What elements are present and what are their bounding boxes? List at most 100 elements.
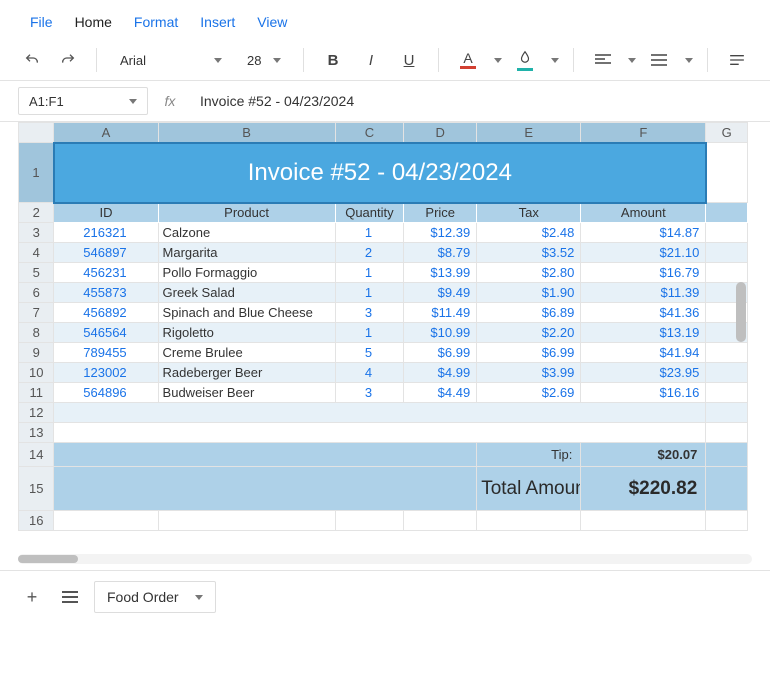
cell-tax[interactable]: $2.48 [477,223,581,243]
scroll-thumb[interactable] [18,555,78,563]
cell-amount[interactable]: $11.39 [581,283,706,303]
bold-button[interactable]: B [318,46,348,74]
cell[interactable] [54,443,477,467]
cell-id[interactable]: 216321 [54,223,158,243]
col-header-C[interactable]: C [335,123,404,143]
row-header-6[interactable]: 6 [19,283,54,303]
row-header-14[interactable]: 14 [19,443,54,467]
cell-product[interactable]: Margarita [158,243,335,263]
cell[interactable] [706,467,748,511]
cell-price[interactable]: $8.79 [404,243,477,263]
cell-price[interactable]: $10.99 [404,323,477,343]
align-horizontal-button[interactable] [588,46,618,74]
cell[interactable] [706,511,748,531]
cell-tax[interactable]: $6.89 [477,303,581,323]
cell-tax[interactable]: $3.52 [477,243,581,263]
cell-id[interactable]: 456892 [54,303,158,323]
cell-qty[interactable]: 3 [335,303,404,323]
redo-button[interactable] [54,46,82,74]
header-product[interactable]: Product [158,203,335,223]
cell-price[interactable]: $9.49 [404,283,477,303]
cell[interactable] [335,511,404,531]
cell[interactable] [581,511,706,531]
row-header-11[interactable]: 11 [19,383,54,403]
row-header-9[interactable]: 9 [19,343,54,363]
col-header-B[interactable]: B [158,123,335,143]
header-id[interactable]: ID [54,203,158,223]
cell-product[interactable]: Spinach and Blue Cheese [158,303,335,323]
cell-price[interactable]: $6.99 [404,343,477,363]
cell-id[interactable]: 546564 [54,323,158,343]
cell-product[interactable]: Radeberger Beer [158,363,335,383]
menu-format[interactable]: Format [134,14,178,30]
tip-value[interactable]: $20.07 [581,443,706,467]
fill-color-button[interactable] [510,46,540,74]
cell[interactable] [54,423,706,443]
cell[interactable] [54,467,477,511]
cell[interactable] [706,363,748,383]
text-wrap-button[interactable] [722,46,752,74]
cell-id[interactable]: 564896 [54,383,158,403]
cell-reference-input[interactable]: A1:F1 [18,87,148,115]
undo-button[interactable] [18,46,46,74]
row-header-4[interactable]: 4 [19,243,54,263]
menu-view[interactable]: View [257,14,287,30]
cell-product[interactable]: Greek Salad [158,283,335,303]
header-quantity[interactable]: Quantity [335,203,404,223]
cell[interactable] [477,511,581,531]
cell[interactable] [706,243,748,263]
italic-button[interactable]: I [356,46,386,74]
spreadsheet-grid[interactable]: A B C D E F G 1 Invoice #52 - 04/23/2024… [0,122,770,552]
select-all-corner[interactable] [19,123,54,143]
col-header-A[interactable]: A [54,123,158,143]
row-header-16[interactable]: 16 [19,511,54,531]
cell-id[interactable]: 456231 [54,263,158,283]
cell[interactable] [54,511,158,531]
cell[interactable] [706,443,748,467]
total-label[interactable]: Total Amount: [477,467,581,511]
row-header-5[interactable]: 5 [19,263,54,283]
cell-qty[interactable]: 1 [335,223,404,243]
cell-amount[interactable]: $21.10 [581,243,706,263]
chevron-down-icon[interactable] [494,58,502,63]
align-vertical-button[interactable] [644,46,674,74]
cell-amount[interactable]: $41.94 [581,343,706,363]
cell-amount[interactable]: $16.79 [581,263,706,283]
row-header-13[interactable]: 13 [19,423,54,443]
cell-tax[interactable]: $1.90 [477,283,581,303]
row-header-12[interactable]: 12 [19,403,54,423]
cell[interactable] [706,423,748,443]
col-header-E[interactable]: E [477,123,581,143]
cell[interactable] [706,203,748,223]
row-header-2[interactable]: 2 [19,203,54,223]
cell-tax[interactable]: $2.20 [477,323,581,343]
header-tax[interactable]: Tax [477,203,581,223]
header-amount[interactable]: Amount [581,203,706,223]
cell-qty[interactable]: 1 [335,283,404,303]
cell-id[interactable]: 123002 [54,363,158,383]
cell-qty[interactable]: 3 [335,383,404,403]
total-value[interactable]: $220.82 [581,467,706,511]
cell[interactable] [706,223,748,243]
row-header-3[interactable]: 3 [19,223,54,243]
header-price[interactable]: Price [404,203,477,223]
cell-amount[interactable]: $13.19 [581,323,706,343]
col-header-D[interactable]: D [404,123,477,143]
menu-file[interactable]: File [30,14,53,30]
cell-price[interactable]: $4.49 [404,383,477,403]
cell-product[interactable]: Creme Brulee [158,343,335,363]
cell-price[interactable]: $12.39 [404,223,477,243]
col-header-F[interactable]: F [581,123,706,143]
cell-amount[interactable]: $41.36 [581,303,706,323]
cell-price[interactable]: $11.49 [404,303,477,323]
cell-product[interactable]: Pollo Formaggio [158,263,335,283]
cell[interactable] [706,263,748,283]
row-header-7[interactable]: 7 [19,303,54,323]
font-size-select[interactable]: 28 [239,46,289,74]
formula-input[interactable]: Invoice #52 - 04/23/2024 [192,93,752,109]
add-sheet-button[interactable]: + [18,583,46,611]
cell-qty[interactable]: 5 [335,343,404,363]
cell-qty[interactable]: 1 [335,263,404,283]
cell[interactable] [158,511,335,531]
cell-product[interactable]: Rigoletto [158,323,335,343]
